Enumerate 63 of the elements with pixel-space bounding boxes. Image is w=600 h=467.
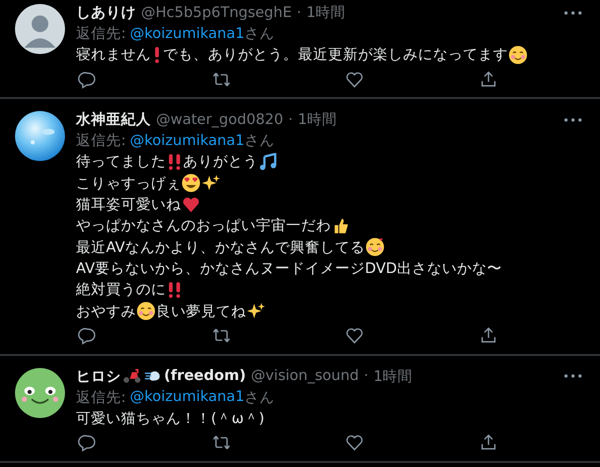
honorific: さん — [244, 25, 274, 43]
tweet-text: ありがとう — [183, 153, 258, 172]
more-icon[interactable] — [564, 374, 582, 378]
reply-label: 返信先: — [76, 388, 126, 407]
user-handle[interactable]: @vision_sound — [250, 368, 359, 384]
user-name[interactable]: 水神亜紀人 — [76, 110, 151, 130]
tweet-text: 可愛い猫ちゃん！！(＾ω＾) — [76, 410, 264, 428]
tweet-text: こりゃすっげぇ — [76, 174, 181, 193]
heart-icon — [182, 196, 200, 214]
separator: · — [288, 112, 293, 128]
avatar[interactable] — [15, 4, 65, 54]
like-icon[interactable] — [345, 326, 364, 346]
user-name[interactable]: ヒロシ — [76, 366, 121, 386]
reply-icon[interactable] — [78, 433, 97, 452]
tweet-text: 猫耳姿可愛いね — [76, 196, 181, 214]
mention-link[interactable]: @koizumikana1 — [130, 132, 244, 149]
separator: · — [364, 368, 368, 384]
reply-label: 返信先: — [76, 25, 126, 43]
avatar[interactable] — [15, 368, 65, 418]
tweet-text: でも、ありがとう。最近更新が楽しみになってます — [163, 46, 508, 64]
double-exclamation-icon — [168, 280, 181, 299]
tweet-text: おやすみ — [76, 302, 136, 321]
reply-label: 返信先: — [76, 132, 126, 150]
heart-eyes-face-icon — [182, 174, 200, 192]
share-icon[interactable] — [478, 326, 498, 346]
tweet-text: 最近AVなんかより、かなさんで興奮してる — [76, 238, 365, 257]
tweet-text: 良い夢見てね — [156, 302, 246, 321]
user-name[interactable]: (freedom) — [164, 368, 246, 384]
user-handle[interactable]: @Hc5b5p6TngseghE — [141, 4, 292, 20]
mention-link[interactable]: @koizumikana1 — [130, 26, 244, 42]
more-icon[interactable] — [564, 10, 582, 14]
separator: · — [296, 4, 302, 20]
tweet-text: やっぱかなさんのおっぱい宇宙一だわ — [76, 216, 331, 236]
user-handle[interactable]: @water_god0820 — [156, 112, 284, 128]
smiling-face-icon — [137, 302, 155, 320]
tweet-text: 待ってました — [76, 153, 166, 172]
user-name[interactable]: しありけ — [76, 3, 136, 22]
share-icon[interactable] — [478, 433, 498, 452]
like-icon[interactable] — [345, 433, 364, 452]
timestamp[interactable]: 1時間 — [306, 3, 346, 22]
double-exclamation-icon — [168, 152, 181, 171]
honorific: さん — [244, 132, 274, 150]
mention-link[interactable]: @koizumikana1 — [130, 389, 244, 406]
tweet-text: 絶対買うのに — [76, 280, 166, 300]
share-icon[interactable] — [478, 70, 498, 89]
tweet-text: AV要らないから、かなさんヌードイメージDVD出さないかな〜 — [76, 260, 502, 278]
music-notes-icon — [259, 152, 277, 171]
timestamp[interactable]: 1時間 — [373, 366, 413, 386]
thumbs-up-icon — [332, 216, 350, 235]
reply-icon[interactable] — [78, 70, 97, 89]
like-icon[interactable] — [345, 70, 364, 89]
scooter-icon — [123, 367, 141, 386]
exclamation-icon — [154, 46, 160, 64]
smiling-face-icon — [509, 46, 527, 64]
sparkles-icon — [202, 174, 220, 192]
tweet-text: 寝れません — [76, 46, 151, 64]
smiling-face-icon — [366, 238, 384, 256]
more-icon[interactable] — [564, 118, 582, 122]
avatar[interactable] — [15, 111, 65, 162]
timestamp[interactable]: 1時間 — [298, 110, 338, 130]
sparkles-icon — [247, 302, 265, 320]
reply-icon[interactable] — [78, 326, 97, 346]
honorific: さん — [244, 388, 274, 407]
